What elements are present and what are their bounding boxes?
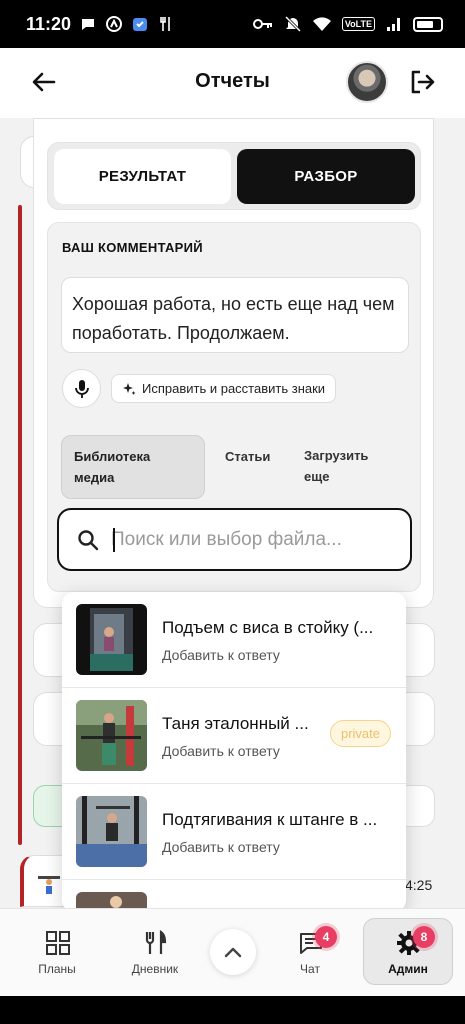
- search-field[interactable]: [57, 508, 412, 571]
- signal-icon: [387, 18, 400, 31]
- status-time: 11:20: [26, 13, 72, 34]
- text-caret: [113, 528, 115, 552]
- battery-icon: [413, 16, 443, 32]
- comment-text-field[interactable]: Хорошая работа, но есть еще над чем пора…: [61, 277, 409, 353]
- system-navigation-bar: [0, 996, 465, 1024]
- list-item[interactable]: Таня эталонный ... Добавить к ответу pri…: [62, 688, 406, 784]
- nav-item-plans[interactable]: Планы: [17, 908, 97, 996]
- tab-media-library[interactable]: Библиотека медиа: [61, 435, 205, 499]
- logout-icon[interactable]: [408, 68, 436, 96]
- background-row: [405, 623, 435, 677]
- video-thumbnail: [76, 796, 147, 867]
- nav-label-admin: Админ: [388, 962, 428, 976]
- fork-knife-notification-icon: [160, 17, 170, 31]
- list-item[interactable]: Подъем с виса в стойку (... Добавить к о…: [62, 592, 406, 688]
- calendar-notification-icon: [133, 18, 148, 31]
- grid-icon: [46, 931, 70, 955]
- result-title: Подъем с виса в стойку (...: [162, 618, 374, 637]
- avatar[interactable]: [346, 61, 388, 103]
- result-subtitle: Добавить к ответу: [162, 743, 280, 759]
- app-notification-icon: [106, 16, 123, 32]
- result-title: Подтягивания к штанге в ...: [162, 810, 378, 829]
- nav-label-diary: Дневник: [131, 962, 179, 976]
- nav-item-chat[interactable]: Чат: [270, 908, 350, 996]
- tab-upload-more[interactable]: Загрузить еще: [304, 445, 384, 487]
- tab-result[interactable]: РЕЗУЛЬТАТ: [54, 149, 231, 204]
- app-header: Отчеты: [0, 48, 465, 118]
- tab-articles[interactable]: Статьи: [225, 446, 270, 467]
- chat-badge: 4: [315, 926, 337, 948]
- scroll-up-button[interactable]: [210, 929, 256, 975]
- microphone-button[interactable]: [62, 369, 101, 408]
- microphone-icon: [74, 379, 89, 398]
- fork-knife-icon: [145, 930, 167, 954]
- fix-punctuation-button[interactable]: Исправить и расставить знаки: [111, 374, 337, 403]
- screen: 11:20 VoLTE Отчеты 4:25 РЕЗУЛЬТАТ РАЗБОР…: [0, 0, 465, 1024]
- mute-icon: [284, 15, 301, 33]
- search-input[interactable]: [111, 528, 391, 551]
- nav-item-diary[interactable]: Дневник: [115, 908, 195, 996]
- sparkle-icon: [123, 382, 136, 395]
- background-row: [405, 692, 435, 746]
- volte-indicator: VoLTE: [341, 17, 375, 31]
- nav-label-plans: Планы: [38, 962, 76, 976]
- search-results-dropdown: Подъем с виса в стойку (... Добавить к о…: [62, 592, 406, 912]
- private-badge: private: [330, 720, 391, 747]
- nav-item-admin[interactable]: Админ: [368, 908, 448, 996]
- background-time: 4:25: [405, 877, 433, 893]
- weightlifter-icon: [38, 876, 60, 894]
- background-button: [405, 785, 435, 827]
- tab-review[interactable]: РАЗБОР: [237, 149, 415, 204]
- video-thumbnail: [76, 604, 147, 675]
- chevron-up-icon: [224, 947, 242, 958]
- segmented-control: РЕЗУЛЬТАТ РАЗБОР: [47, 142, 421, 210]
- page-title: Отчеты: [195, 70, 270, 92]
- wifi-icon: [312, 17, 331, 31]
- nav-label-chat: Чат: [300, 962, 320, 976]
- admin-badge: 8: [413, 926, 435, 948]
- status-bar: 11:20 VoLTE: [0, 0, 465, 48]
- fix-punctuation-label: Исправить и расставить знаки: [142, 381, 326, 396]
- result-title: Таня эталонный ...: [162, 714, 309, 733]
- result-subtitle: Добавить к ответу: [162, 839, 280, 855]
- background-stripe: [18, 205, 22, 845]
- list-item[interactable]: Подтягивания к штанге в ... Добавить к о…: [62, 784, 406, 880]
- chat-notification-icon: [82, 19, 95, 30]
- comment-label: ВАШ КОММЕНТАРИЙ: [62, 240, 203, 255]
- result-subtitle: Добавить к ответу: [162, 647, 280, 663]
- video-thumbnail: [76, 700, 147, 771]
- key-icon: [252, 19, 272, 29]
- search-icon: [78, 529, 99, 550]
- comment-section: ВАШ КОММЕНТАРИЙ Хорошая работа, но есть …: [47, 222, 421, 592]
